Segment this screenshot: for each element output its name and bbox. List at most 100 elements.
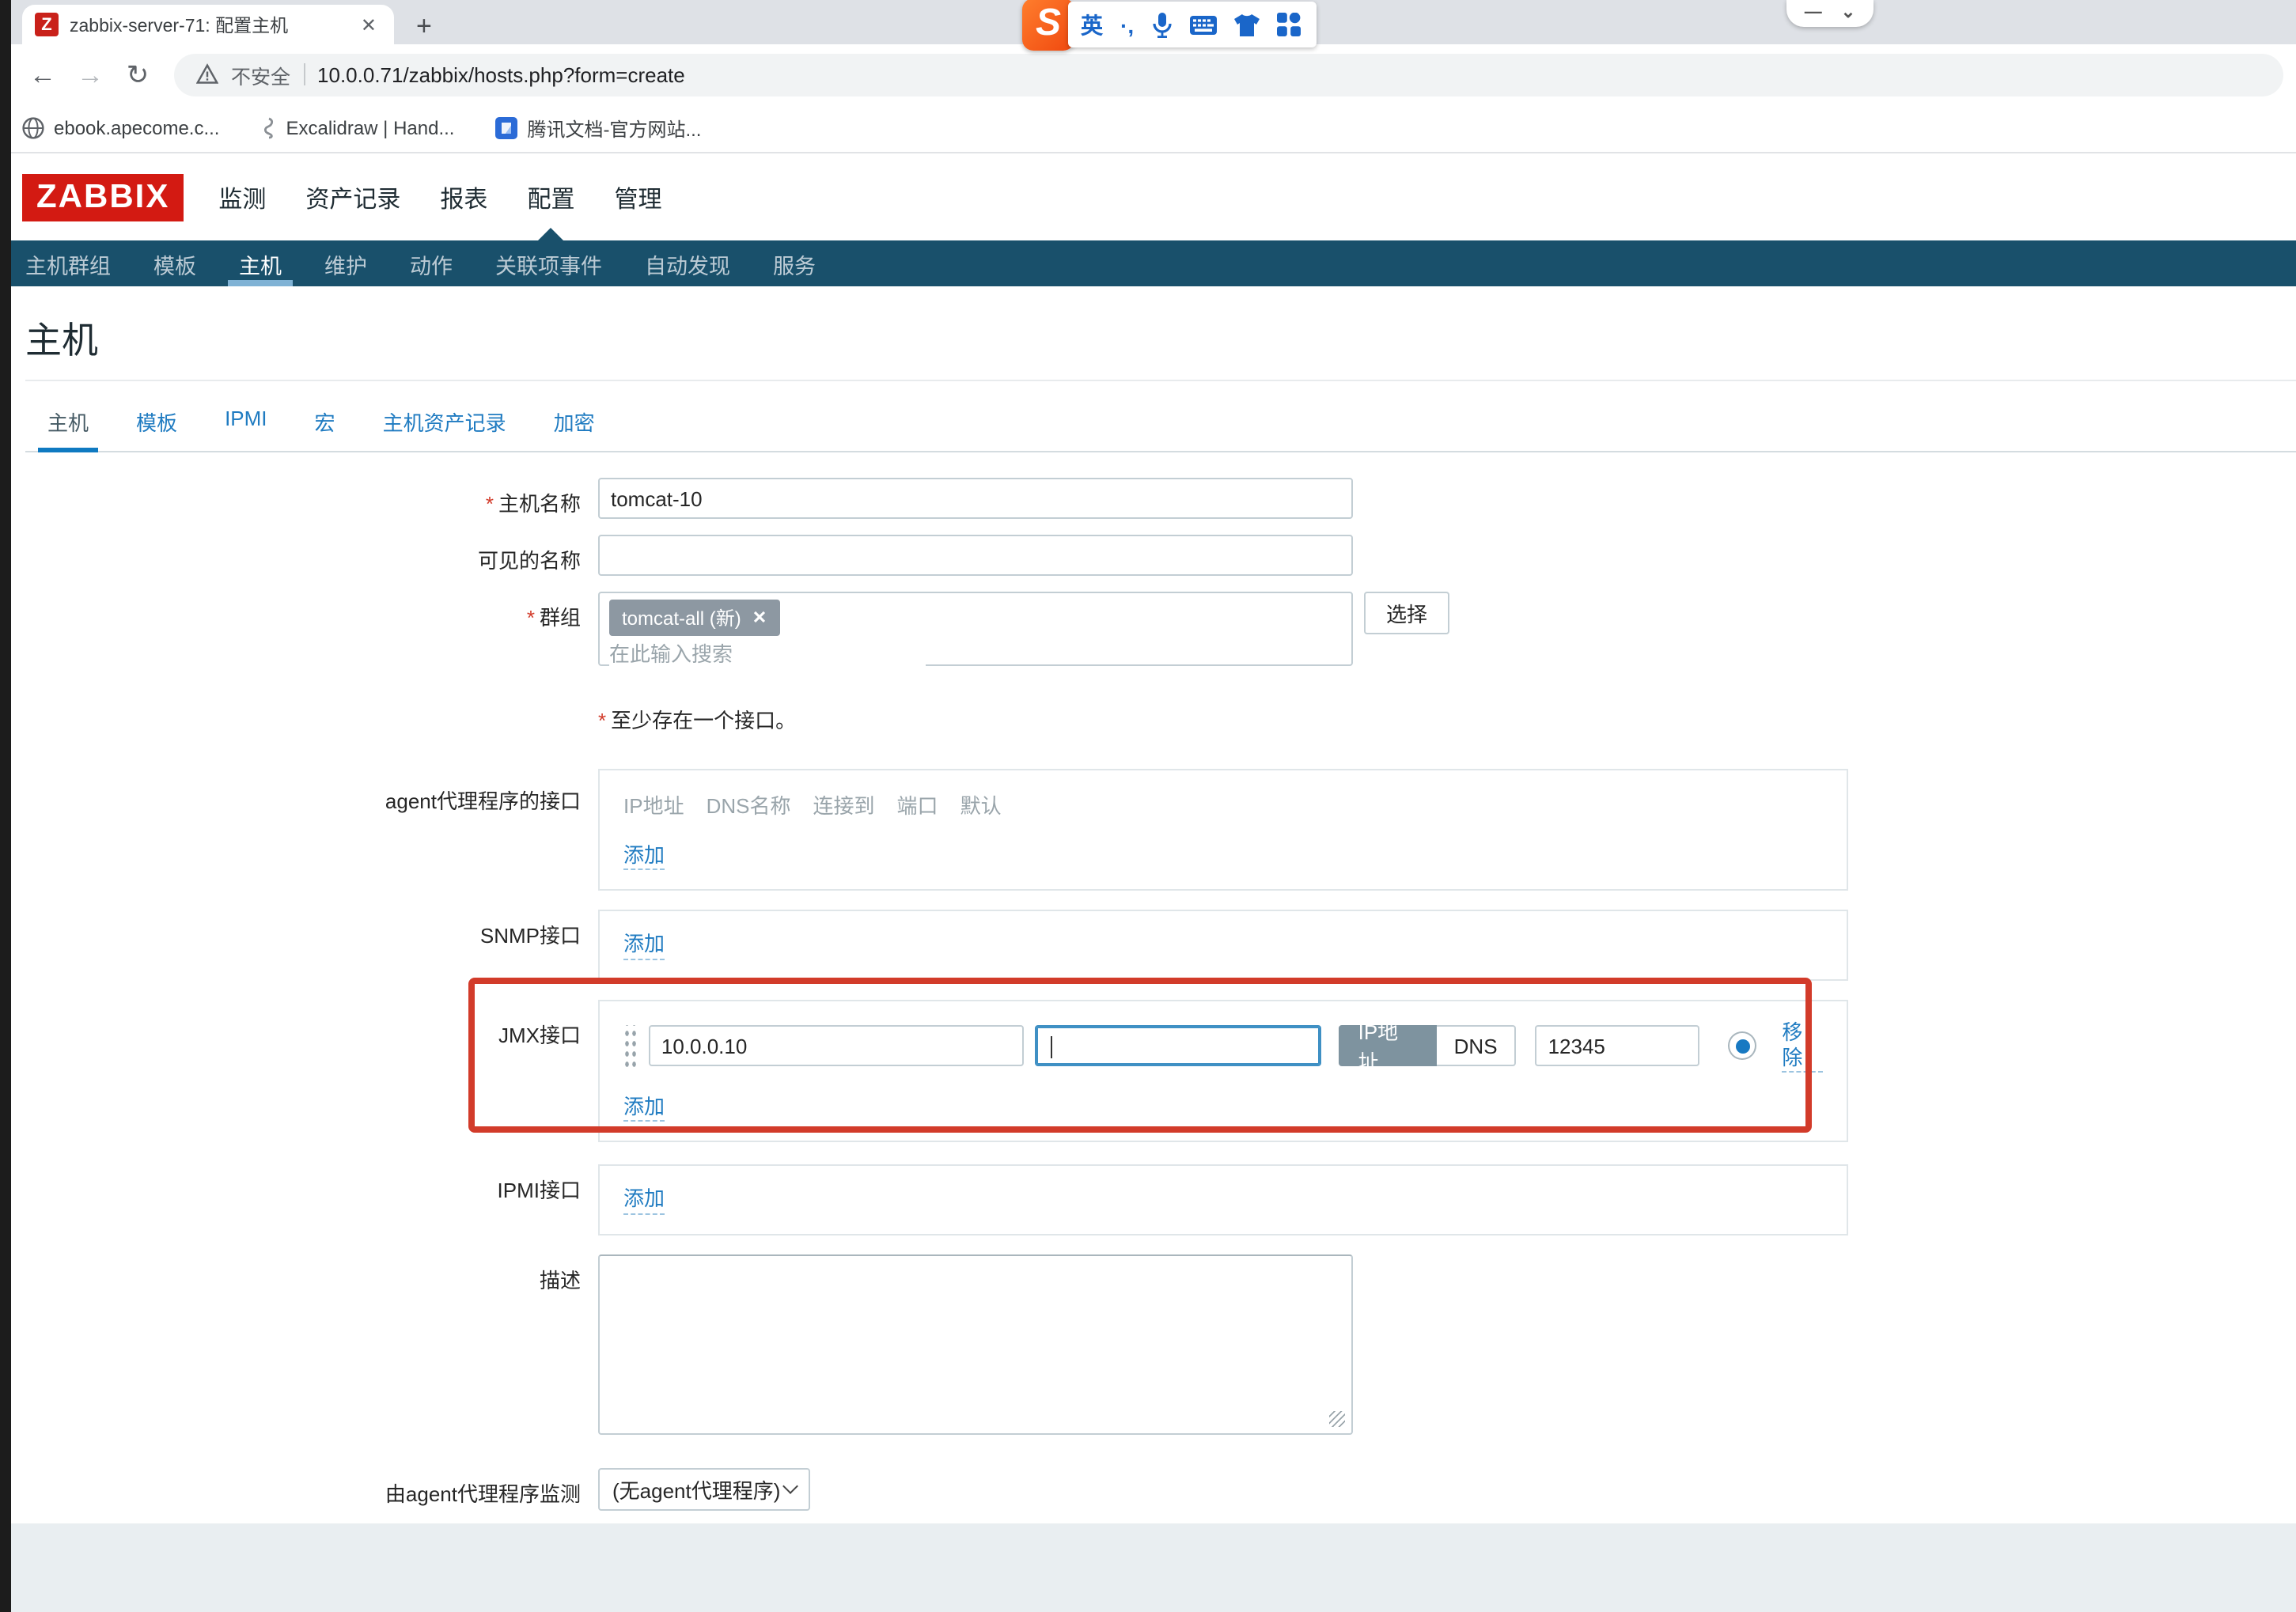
bookmark-ebook[interactable]: ebook.apecome.c... (22, 117, 219, 139)
chevron-down-icon (782, 1478, 798, 1493)
text-caret (1051, 1037, 1053, 1059)
menu-item-configuration[interactable]: 配置 (527, 181, 574, 214)
page-footer (11, 1523, 2296, 1612)
sogou-logo-icon[interactable]: S (1022, 0, 1074, 50)
group-chip: tomcat-all (新) ✕ (609, 600, 779, 636)
tab-host-inventory[interactable]: 主机资产记录 (383, 407, 506, 451)
agent-interface-label: agent代理程序的接口 (25, 769, 598, 815)
tab-macros[interactable]: 宏 (315, 407, 335, 451)
zabbix-favicon-icon: Z (35, 13, 59, 36)
tab-title: zabbix-server-71: 配置主机 (70, 12, 345, 37)
forward-button[interactable]: → (70, 61, 111, 88)
zabbix-logo[interactable]: ZABBIX (22, 174, 184, 221)
empty-label (25, 682, 598, 691)
chevron-down-icon[interactable]: ⌄ (1841, 5, 1855, 22)
select-value: (无agent代理程序) (612, 1474, 780, 1504)
label-text: 群组 (540, 606, 581, 630)
interface-note-row: *至少存在一个接口。 (25, 682, 2296, 753)
menu-item-monitoring[interactable]: 监测 (218, 181, 266, 214)
snmp-interface-row: SNMP接口 添加 (25, 910, 2296, 981)
subnav-maintenance[interactable]: 维护 (324, 240, 367, 286)
jmx-ip-input[interactable] (649, 1026, 1025, 1067)
monitored-by-row: 由agent代理程序监测 (无agent代理程序) (25, 1467, 2296, 1510)
chip-remove-icon[interactable]: ✕ (752, 607, 767, 628)
subnav-actions[interactable]: 动作 (410, 240, 453, 286)
col-port: 端口 (897, 789, 938, 819)
monitored-by-label: 由agent代理程序监测 (25, 1467, 598, 1507)
back-button[interactable]: ← (22, 61, 63, 88)
jmx-default-radio[interactable] (1729, 1032, 1757, 1061)
tab-close-icon[interactable]: ✕ (356, 13, 381, 36)
browser-tab-strip: Z zabbix-server-71: 配置主机 ✕ + S 英 ·, (0, 0, 2296, 44)
host-name-input[interactable] (598, 478, 1353, 519)
jmx-ip-toggle[interactable]: IP地址 (1339, 1026, 1437, 1067)
ime-microphone-icon[interactable] (1151, 12, 1172, 37)
groups-row: *群组 tomcat-all (新) ✕ 选择 (25, 592, 2296, 666)
ime-language-toggle[interactable]: 英 (1081, 13, 1103, 36)
ime-punctuation-toggle[interactable]: ·, (1120, 13, 1134, 36)
tab-ipmi[interactable]: IPMI (225, 407, 267, 451)
subnav-templates[interactable]: 模板 (153, 240, 196, 286)
url-text: 10.0.0.71/zabbix/hosts.php?form=create (317, 62, 685, 86)
agent-interface-box: IP地址 DNS名称 连接到 端口 默认 添加 (598, 769, 1848, 891)
tab-templates[interactable]: 模板 (136, 407, 177, 451)
menu-item-inventory[interactable]: 资产记录 (305, 181, 400, 214)
col-ip: IP地址 (623, 789, 684, 819)
description-textarea[interactable] (598, 1254, 1353, 1434)
jmx-remove-link[interactable]: 移除 (1782, 1020, 1823, 1073)
ime-toolbox-icon[interactable] (1276, 13, 1300, 36)
description-label: 描述 (25, 1254, 598, 1293)
address-bar[interactable]: 不安全 10.0.0.71/zabbix/hosts.php?form=crea… (174, 53, 2283, 96)
ime-skin-icon[interactable] (1233, 13, 1259, 36)
subnav-host-groups[interactable]: 主机群组 (25, 240, 111, 286)
ipmi-interface-box: 添加 (598, 1165, 1848, 1235)
bookmark-tencent-docs[interactable]: 腾讯文档-官方网站... (495, 115, 701, 142)
subnav-services[interactable]: 服务 (773, 240, 816, 286)
visible-name-input[interactable] (598, 535, 1353, 576)
menu-item-reports[interactable]: 报表 (440, 181, 487, 214)
excalidraw-icon (260, 117, 276, 139)
bookmark-excalidraw[interactable]: Excalidraw | Hand... (260, 117, 454, 139)
agent-add-link[interactable]: 添加 (623, 843, 665, 871)
monitored-by-select[interactable]: (无agent代理程序) (598, 1467, 810, 1510)
snmp-interface-label: SNMP接口 (25, 910, 598, 950)
browser-toolbar: ← → ↻ 不安全 10.0.0.71/zabbix/hosts.php?for… (0, 44, 2296, 104)
snmp-interface-box: 添加 (598, 910, 1848, 981)
snmp-add-link[interactable]: 添加 (623, 933, 665, 960)
tab-host[interactable]: 主机 (47, 407, 89, 451)
group-select-button[interactable]: 选择 (1364, 592, 1449, 634)
ipmi-interface-row: IPMI接口 添加 (25, 1165, 2296, 1235)
label-text: 由agent代理程序监测 (385, 1481, 581, 1505)
jmx-interface-box: IP地址 DNS 移除 添加 (598, 999, 1848, 1143)
new-tab-button[interactable]: + (416, 13, 432, 40)
label-text: 主机名称 (498, 492, 581, 516)
menu-item-administration[interactable]: 管理 (614, 181, 661, 214)
jmx-dns-input[interactable] (1036, 1026, 1322, 1067)
jmx-add-link[interactable]: 添加 (623, 1095, 665, 1122)
ime-toolbar: S 英 ·, (1022, 2, 1316, 47)
visible-name-label: 可见的名称 (25, 535, 598, 574)
subnav-hosts[interactable]: 主机 (239, 240, 282, 286)
radio-dot (1735, 1039, 1749, 1054)
form-tabs: 主机 模板 IPMI 宏 主机资产记录 加密 (25, 388, 2296, 452)
ime-keyboard-icon[interactable] (1189, 15, 1216, 34)
groups-search-input[interactable] (609, 642, 926, 666)
reload-button[interactable]: ↻ (117, 61, 158, 88)
zabbix-app: ZABBIX 监测 资产记录 报表 配置 管理 主机群组 模板 主机 维护 动作… (11, 155, 2296, 1612)
subnav-event-correlation[interactable]: 关联项事件 (495, 240, 602, 286)
col-default: 默认 (960, 789, 1002, 819)
drag-handle[interactable] (623, 1025, 638, 1068)
label-text: 描述 (540, 1268, 581, 1292)
minimize-icon[interactable]: — (1805, 5, 1822, 22)
bookmark-label: 腾讯文档-官方网站... (527, 115, 701, 142)
browser-tab[interactable]: Z zabbix-server-71: 配置主机 ✕ (22, 5, 394, 44)
ipmi-add-link[interactable]: 添加 (623, 1187, 665, 1215)
tab-encryption[interactable]: 加密 (554, 407, 595, 451)
jmx-dns-toggle[interactable]: DNS (1437, 1026, 1517, 1067)
jmx-port-input[interactable] (1536, 1026, 1700, 1067)
groups-multiselect[interactable]: tomcat-all (新) ✕ (598, 592, 1353, 666)
subnav-discovery[interactable]: 自动发现 (645, 240, 730, 286)
security-label[interactable]: 不安全 (231, 59, 290, 89)
interface-note: *至少存在一个接口。 (598, 704, 2296, 734)
label-text: IPMI接口 (498, 1179, 581, 1203)
